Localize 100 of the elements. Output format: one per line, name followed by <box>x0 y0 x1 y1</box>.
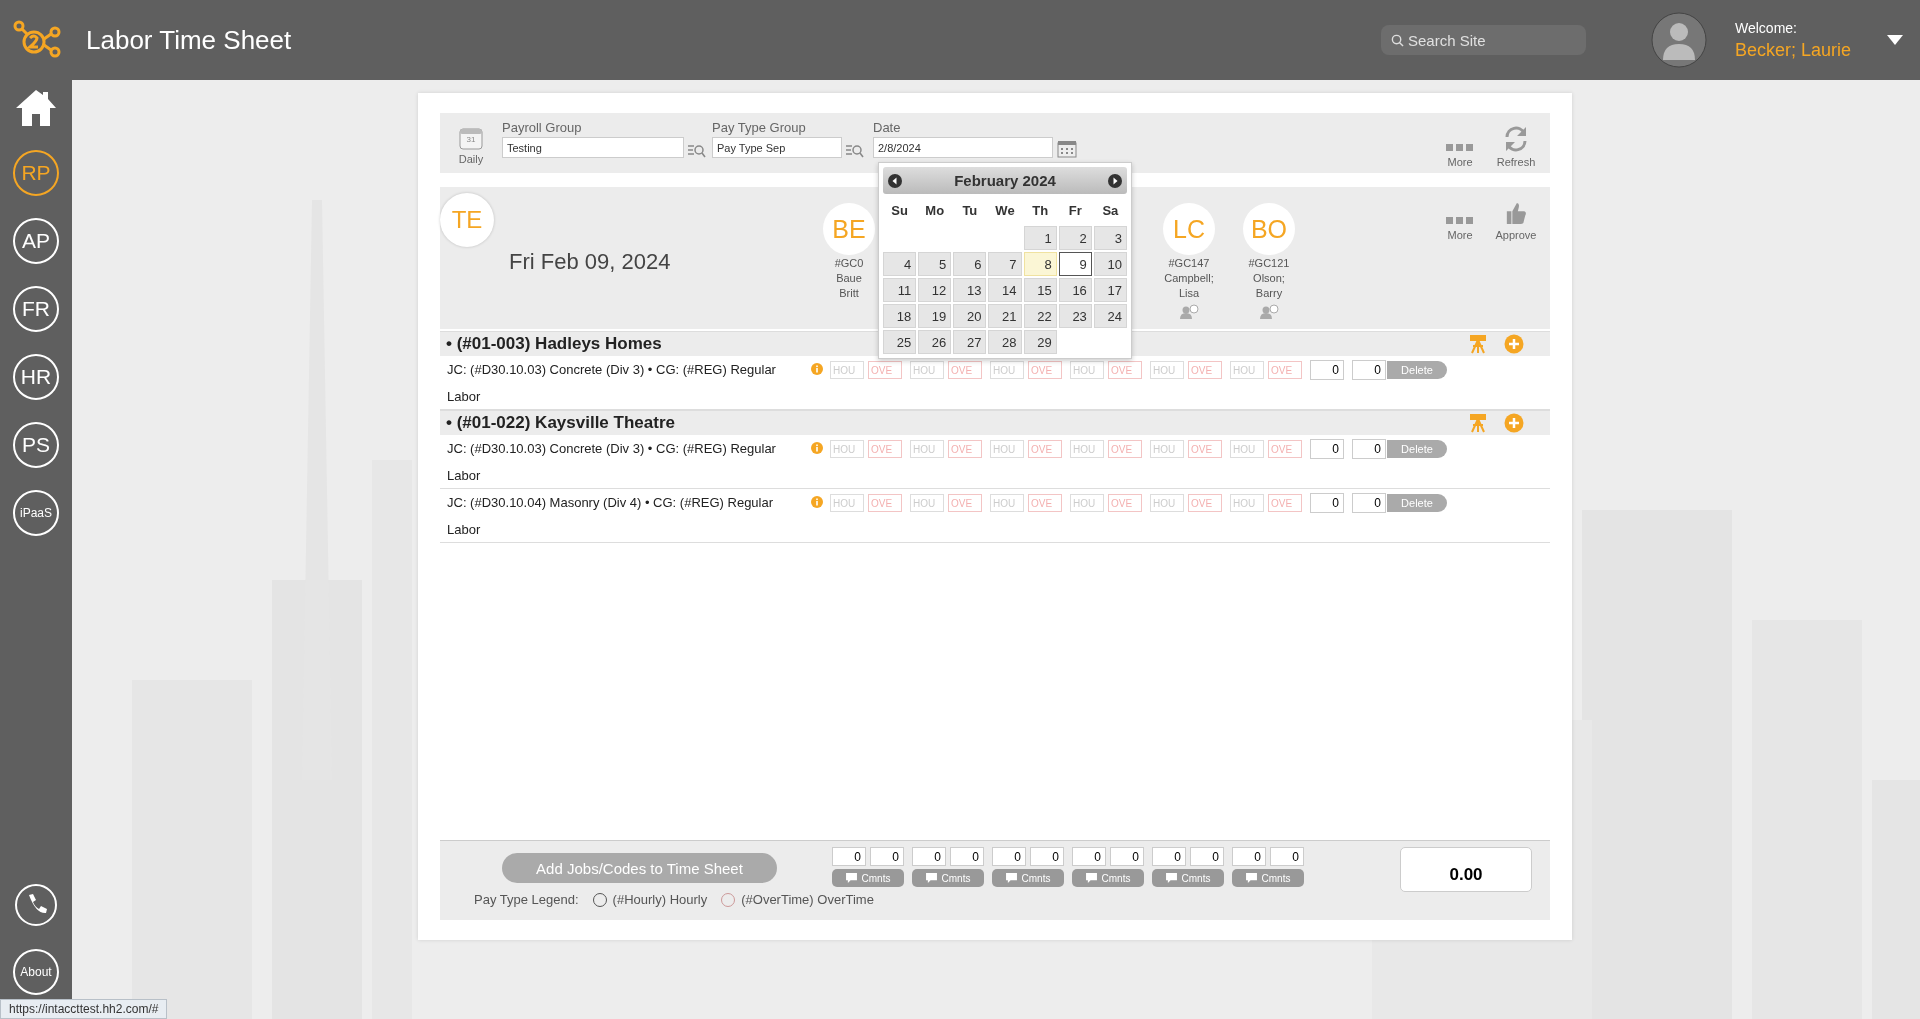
module-button[interactable]: FR <box>13 286 59 332</box>
action-label[interactable]: Approve <box>1495 229 1537 241</box>
pay-type-group-field[interactable]: Pay Type Sep <box>712 137 842 158</box>
calendar-day[interactable]: 6 <box>953 252 987 276</box>
calendar-day[interactable]: 23 <box>1058 304 1092 328</box>
calendar-day[interactable]: 1 <box>1023 226 1057 250</box>
overtime-field[interactable]: OVE <box>948 361 982 379</box>
calendar-day[interactable]: 12 <box>918 278 952 302</box>
overtime-total-field[interactable]: 0 <box>1190 847 1224 866</box>
overtime-field[interactable]: OVE <box>868 440 902 458</box>
calendar-day[interactable]: 21 <box>988 304 1022 328</box>
overtime-total-field[interactable]: 0 <box>1270 847 1304 866</box>
more-icon[interactable] <box>1446 143 1474 153</box>
action-label[interactable]: Refresh <box>1496 156 1536 168</box>
overtime-total-field[interactable]: 0 <box>1030 847 1064 866</box>
hours-total-field[interactable]: 0 <box>1232 847 1266 866</box>
calendar-day[interactable]: 5 <box>918 252 952 276</box>
overtime-field[interactable]: OVE <box>1268 494 1302 512</box>
total-field[interactable]: 0 <box>1352 360 1386 380</box>
add-icon[interactable] <box>1504 334 1524 354</box>
tripod-icon[interactable] <box>1468 334 1488 354</box>
hours-total-field[interactable]: 0 <box>1072 847 1106 866</box>
more-icon[interactable] <box>1446 216 1474 226</box>
calendar-icon[interactable] <box>1057 140 1077 158</box>
hours-total-field[interactable]: 0 <box>992 847 1026 866</box>
tripod-icon[interactable] <box>1468 413 1488 433</box>
action-label[interactable]: More <box>1447 229 1473 241</box>
home-icon[interactable] <box>14 88 58 128</box>
overtime-field[interactable]: OVE <box>948 494 982 512</box>
overtime-field[interactable]: OVE <box>1108 494 1142 512</box>
add-icon[interactable] <box>1504 413 1524 433</box>
calendar-day[interactable]: 7 <box>988 252 1022 276</box>
lookup-icon[interactable] <box>688 142 706 158</box>
about-button[interactable]: About <box>13 949 59 995</box>
overtime-field[interactable]: OVE <box>1028 494 1062 512</box>
total-field[interactable]: 0 <box>1352 493 1386 513</box>
date-field[interactable]: 2/8/2024 <box>873 137 1053 158</box>
overtime-field[interactable]: OVE <box>1188 440 1222 458</box>
person-clock-icon[interactable] <box>1179 304 1199 320</box>
calendar-day[interactable]: 15 <box>1023 278 1057 302</box>
action-label[interactable]: More <box>1447 156 1473 168</box>
module-button[interactable]: HR <box>13 354 59 400</box>
hours-total-field[interactable]: 0 <box>912 847 946 866</box>
calendar-day[interactable]: 20 <box>953 304 987 328</box>
calendar-icon[interactable] <box>459 126 483 150</box>
calendar-day[interactable]: 9 <box>1058 252 1092 276</box>
search-field[interactable]: Search Site <box>1381 25 1586 55</box>
calendar-day[interactable]: 13 <box>953 278 987 302</box>
calendar-day[interactable]: 25 <box>883 330 917 354</box>
overtime-field[interactable]: OVE <box>1188 361 1222 379</box>
calendar-day[interactable]: 22 <box>1023 304 1057 328</box>
daily-label[interactable]: Daily <box>458 153 484 165</box>
person-clock-icon[interactable] <box>1259 304 1279 320</box>
overtime-field[interactable]: OVE <box>1188 494 1222 512</box>
info-icon[interactable] <box>811 442 823 454</box>
overtime-field[interactable]: OVE <box>868 361 902 379</box>
avatar-icon[interactable] <box>1651 12 1707 68</box>
calendar-day[interactable]: 24 <box>1093 304 1127 328</box>
total-field[interactable]: 0 <box>1352 439 1386 459</box>
overtime-field[interactable]: OVE <box>1028 361 1062 379</box>
phone-icon[interactable] <box>14 883 58 927</box>
calendar-day[interactable]: 10 <box>1093 252 1127 276</box>
calendar-day[interactable]: 19 <box>918 304 952 328</box>
previous-icon[interactable] <box>888 173 902 188</box>
calendar-day[interactable]: 26 <box>918 330 952 354</box>
calendar-day[interactable]: 16 <box>1058 278 1092 302</box>
lookup-icon[interactable] <box>846 142 864 158</box>
total-field[interactable]: 0 <box>1310 439 1344 459</box>
overtime-total-field[interactable]: 0 <box>950 847 984 866</box>
calendar-day[interactable]: 11 <box>883 278 917 302</box>
overtime-field[interactable]: OVE <box>1268 440 1302 458</box>
payroll-group-field[interactable]: Testing <box>502 137 684 158</box>
calendar-day[interactable]: 3 <box>1093 226 1127 250</box>
calendar-day[interactable]: 28 <box>988 330 1022 354</box>
caret-icon[interactable] <box>1887 35 1903 45</box>
calendar-day[interactable]: 14 <box>988 278 1022 302</box>
overtime-field[interactable]: OVE <box>868 494 902 512</box>
calendar-day[interactable]: 17 <box>1093 278 1127 302</box>
overtime-field[interactable]: OVE <box>1268 361 1302 379</box>
calendar-day[interactable]: 29 <box>1023 330 1057 354</box>
thumbs-up-icon[interactable] <box>1505 200 1527 226</box>
calendar-day[interactable]: 4 <box>883 252 917 276</box>
module-button[interactable]: AP <box>13 218 59 264</box>
info-icon[interactable] <box>811 496 823 508</box>
module-button[interactable]: iPaaS <box>13 490 59 536</box>
calendar-day[interactable]: 2 <box>1058 226 1092 250</box>
overtime-total-field[interactable]: 0 <box>870 847 904 866</box>
total-field[interactable]: 0 <box>1310 493 1344 513</box>
overtime-field[interactable]: OVE <box>1108 361 1142 379</box>
calendar-day[interactable]: 8 <box>1023 252 1057 276</box>
hours-total-field[interactable]: 0 <box>1152 847 1186 866</box>
info-icon[interactable] <box>811 363 823 375</box>
hours-total-field[interactable]: 0 <box>832 847 866 866</box>
calendar-day[interactable]: 27 <box>953 330 987 354</box>
total-field[interactable]: 0 <box>1310 360 1344 380</box>
overtime-field[interactable]: OVE <box>1108 440 1142 458</box>
module-button[interactable]: PS <box>13 422 59 468</box>
overtime-field[interactable]: OVE <box>948 440 982 458</box>
calendar-day[interactable]: 18 <box>883 304 917 328</box>
next-icon[interactable] <box>1108 173 1122 188</box>
